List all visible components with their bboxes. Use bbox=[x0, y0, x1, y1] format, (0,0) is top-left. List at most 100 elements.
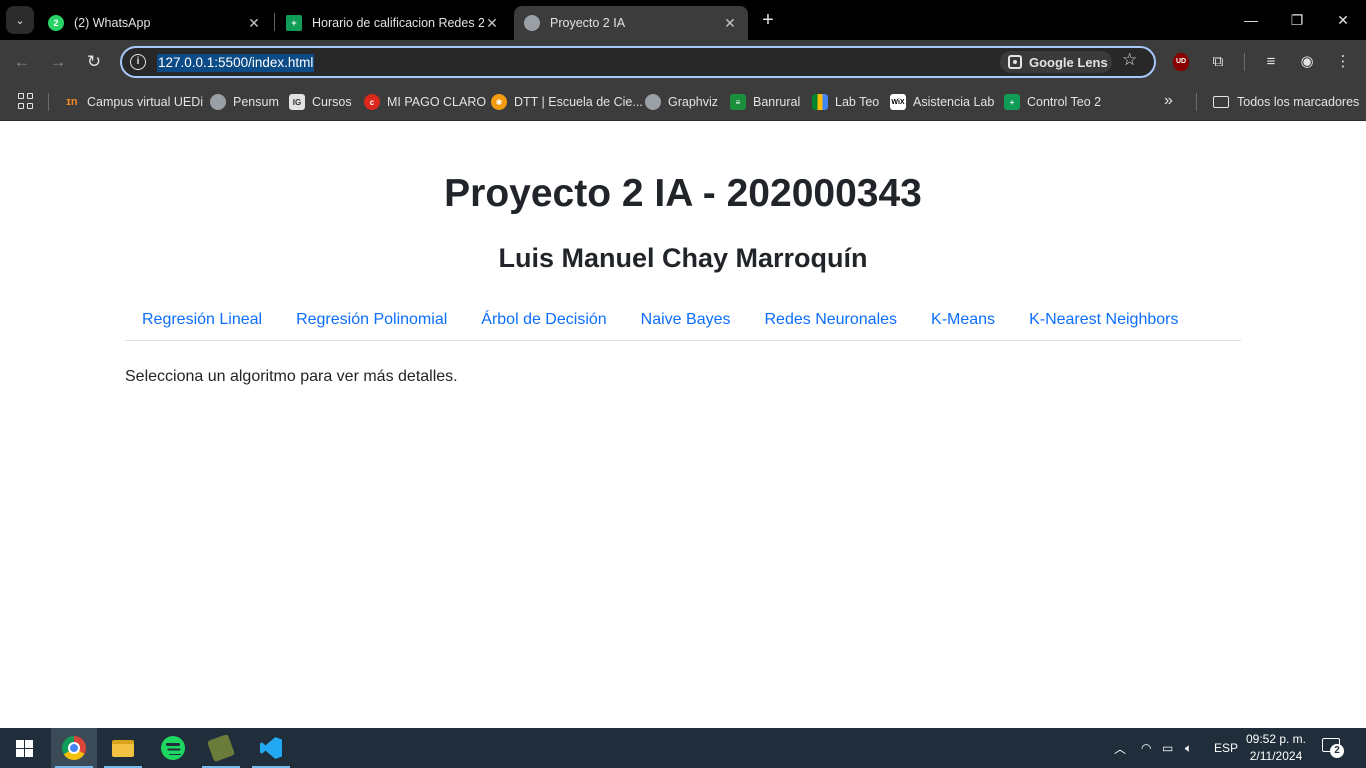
volume-icon[interactable]: 🔈︎ bbox=[1185, 728, 1192, 768]
arrow-right-icon: → bbox=[49, 52, 67, 71]
bookmark-label: Cursos bbox=[312, 95, 352, 109]
bookmark-dtt[interactable]: ✱ DTT | Escuela de Cie... bbox=[491, 90, 643, 114]
bookmark-label: MI PAGO CLARO bbox=[387, 95, 487, 109]
apps-grid-icon[interactable] bbox=[18, 93, 34, 109]
intro-text: Selecciona un algoritmo para ver más det… bbox=[125, 368, 458, 385]
close-window-button[interactable]: ✕ bbox=[1329, 8, 1357, 32]
reload-button[interactable]: ↻ bbox=[82, 50, 106, 74]
nav-link-redes-neuronales[interactable]: Redes Neuronales bbox=[748, 307, 915, 340]
chrome-icon bbox=[62, 736, 86, 760]
folder-icon bbox=[1213, 96, 1229, 108]
all-bookmarks-button[interactable]: Todos los marcadores bbox=[1213, 90, 1359, 114]
bookmark-label: Banrural bbox=[753, 95, 801, 109]
menu-button[interactable]: ⋮ bbox=[1332, 51, 1354, 73]
bookmark-campus-virtual[interactable]: ɪn Campus virtual UEDi bbox=[64, 90, 203, 114]
url-text[interactable]: 127.0.0.1:5500/index.html bbox=[157, 54, 315, 72]
bookmark-label: Graphviz bbox=[668, 95, 719, 109]
nav-link-arbol-de-decision[interactable]: Árbol de Decisión bbox=[464, 307, 623, 340]
tab-proyecto-2-ia[interactable]: Proyecto 2 IA ✕ bbox=[514, 6, 748, 40]
bookmark-pensum[interactable]: Pensum bbox=[210, 90, 279, 114]
nav-link-naive-bayes[interactable]: Naive Bayes bbox=[624, 307, 748, 340]
tab-whatsapp[interactable]: 2 (2) WhatsApp ✕ bbox=[38, 6, 272, 40]
bookmark-mi-pago-claro[interactable]: c MI PAGO CLARO bbox=[364, 90, 486, 114]
page-content: Proyecto 2 IA - 202000343 Luis Manuel Ch… bbox=[0, 121, 1366, 728]
google-sheets-icon: + bbox=[286, 15, 302, 31]
google-lens-icon bbox=[1008, 55, 1022, 69]
all-bookmarks-label: Todos los marcadores bbox=[1237, 95, 1360, 109]
bookmark-cursos[interactable]: IG Cursos bbox=[289, 90, 352, 114]
tray-overflow-chevron-icon[interactable]: ︿ bbox=[1114, 728, 1126, 768]
globe-icon bbox=[210, 94, 226, 110]
banrural-icon: ≡ bbox=[730, 94, 746, 110]
ublock-icon: UD bbox=[1173, 53, 1189, 71]
nav-link-k-nearest-neighbors[interactable]: K-Nearest Neighbors bbox=[1012, 307, 1195, 340]
minimize-icon: — bbox=[1244, 12, 1258, 28]
meet-icon bbox=[812, 94, 828, 110]
close-icon[interactable]: ✕ bbox=[484, 15, 500, 32]
reload-icon: ↻ bbox=[86, 52, 102, 71]
profile-button[interactable]: ◉ bbox=[1296, 51, 1318, 73]
clock-date: 2/11/2024 bbox=[1249, 749, 1303, 763]
bookmark-star-icon[interactable]: ☆ bbox=[1122, 50, 1137, 70]
battery-icon[interactable]: ▭ bbox=[1162, 728, 1173, 768]
bookmark-label: Campus virtual UEDi bbox=[87, 95, 204, 109]
tab-horario[interactable]: + Horario de calificacion Redes 2 ✕ bbox=[276, 6, 510, 40]
taskbar-file-explorer[interactable] bbox=[100, 728, 146, 768]
back-button[interactable]: ← bbox=[10, 50, 34, 74]
puzzle-icon: ⧉ bbox=[1212, 53, 1224, 70]
notification-center-button[interactable]: 2 bbox=[1322, 738, 1344, 758]
google-lens-button[interactable]: Google Lens bbox=[1000, 51, 1112, 73]
bookmarks-divider bbox=[1196, 93, 1197, 111]
bookmark-banrural[interactable]: ≡ Banrural bbox=[730, 90, 800, 114]
clock-time: 09:52 p. m. bbox=[1245, 732, 1307, 746]
windows-taskbar: ︿ ◠ ▭ 🔈︎ ESP 09:52 p. m. 2/11/2024 2 bbox=[0, 728, 1366, 768]
taskbar-vscode[interactable] bbox=[248, 728, 294, 768]
taskbar-chrome[interactable] bbox=[51, 728, 97, 768]
tab-strip: ⌄ 2 (2) WhatsApp ✕ + Horario de califica… bbox=[0, 0, 1366, 40]
browser-toolbar: ← → ↻ i 127.0.0.1:5500/index.html Google… bbox=[0, 40, 1366, 84]
new-tab-button[interactable]: + bbox=[758, 10, 778, 30]
nav-link-regresion-lineal[interactable]: Regresión Lineal bbox=[125, 307, 279, 340]
bookmark-lab-teo[interactable]: Lab Teo bbox=[812, 90, 879, 114]
windows-start-icon[interactable] bbox=[16, 740, 33, 757]
more-vertical-icon: ⋮ bbox=[1335, 53, 1351, 70]
tab-divider bbox=[274, 13, 275, 31]
file-explorer-icon bbox=[112, 739, 134, 757]
profile-avatar-icon: ◉ bbox=[1300, 53, 1314, 70]
spotify-icon bbox=[161, 736, 185, 760]
extensions-button[interactable]: ⧉ bbox=[1207, 51, 1229, 73]
language-indicator[interactable]: ESP bbox=[1214, 728, 1238, 768]
taskbar-tool[interactable] bbox=[198, 728, 244, 768]
bookmark-control-teo-2[interactable]: + Control Teo 2 bbox=[1004, 90, 1101, 114]
dtt-icon: ✱ bbox=[491, 94, 507, 110]
media-queue-icon: ≡ bbox=[1266, 53, 1276, 70]
forward-button[interactable]: → bbox=[46, 50, 70, 74]
system-clock[interactable]: 09:52 p. m. 2/11/2024 bbox=[1236, 731, 1316, 765]
taskbar-spotify[interactable] bbox=[150, 728, 196, 768]
restore-button[interactable]: ❐ bbox=[1283, 8, 1311, 32]
close-icon[interactable]: ✕ bbox=[722, 15, 738, 32]
ublock-extension-button[interactable]: UD bbox=[1170, 51, 1192, 73]
bookmark-graphviz[interactable]: Graphviz bbox=[645, 90, 718, 114]
arrow-left-icon: ← bbox=[13, 52, 31, 71]
minimize-button[interactable]: — bbox=[1237, 8, 1265, 32]
bookmark-asistencia-lab[interactable]: WiX Asistencia Lab bbox=[890, 90, 994, 114]
tab-title: (2) WhatsApp bbox=[74, 16, 151, 30]
tool-icon bbox=[206, 733, 236, 763]
chevron-down-icon: ⌄ bbox=[15, 14, 25, 27]
algorithm-nav: Regresión Lineal Regresión Polinomial Ár… bbox=[125, 307, 1241, 341]
wifi-icon[interactable]: ◠ bbox=[1141, 728, 1151, 768]
nav-link-regresion-polinomial[interactable]: Regresión Polinomial bbox=[279, 307, 464, 340]
more-bookmarks-chevron-icon[interactable]: » bbox=[1164, 92, 1173, 110]
notification-badge: 2 bbox=[1330, 744, 1344, 758]
bookmark-label: DTT | Escuela de Cie... bbox=[514, 95, 643, 109]
close-icon[interactable]: ✕ bbox=[246, 15, 262, 32]
nav-link-k-means[interactable]: K-Means bbox=[914, 307, 1012, 340]
site-info-icon[interactable]: i bbox=[130, 54, 146, 70]
whatsapp-icon: 2 bbox=[48, 15, 64, 31]
address-bar[interactable]: i 127.0.0.1:5500/index.html Google Lens … bbox=[120, 46, 1156, 78]
tab-title: Proyecto 2 IA bbox=[550, 16, 626, 30]
tab-search-button[interactable]: ⌄ bbox=[6, 6, 34, 34]
media-controls-button[interactable]: ≡ bbox=[1260, 51, 1282, 73]
bookmark-label: Control Teo 2 bbox=[1027, 95, 1102, 109]
